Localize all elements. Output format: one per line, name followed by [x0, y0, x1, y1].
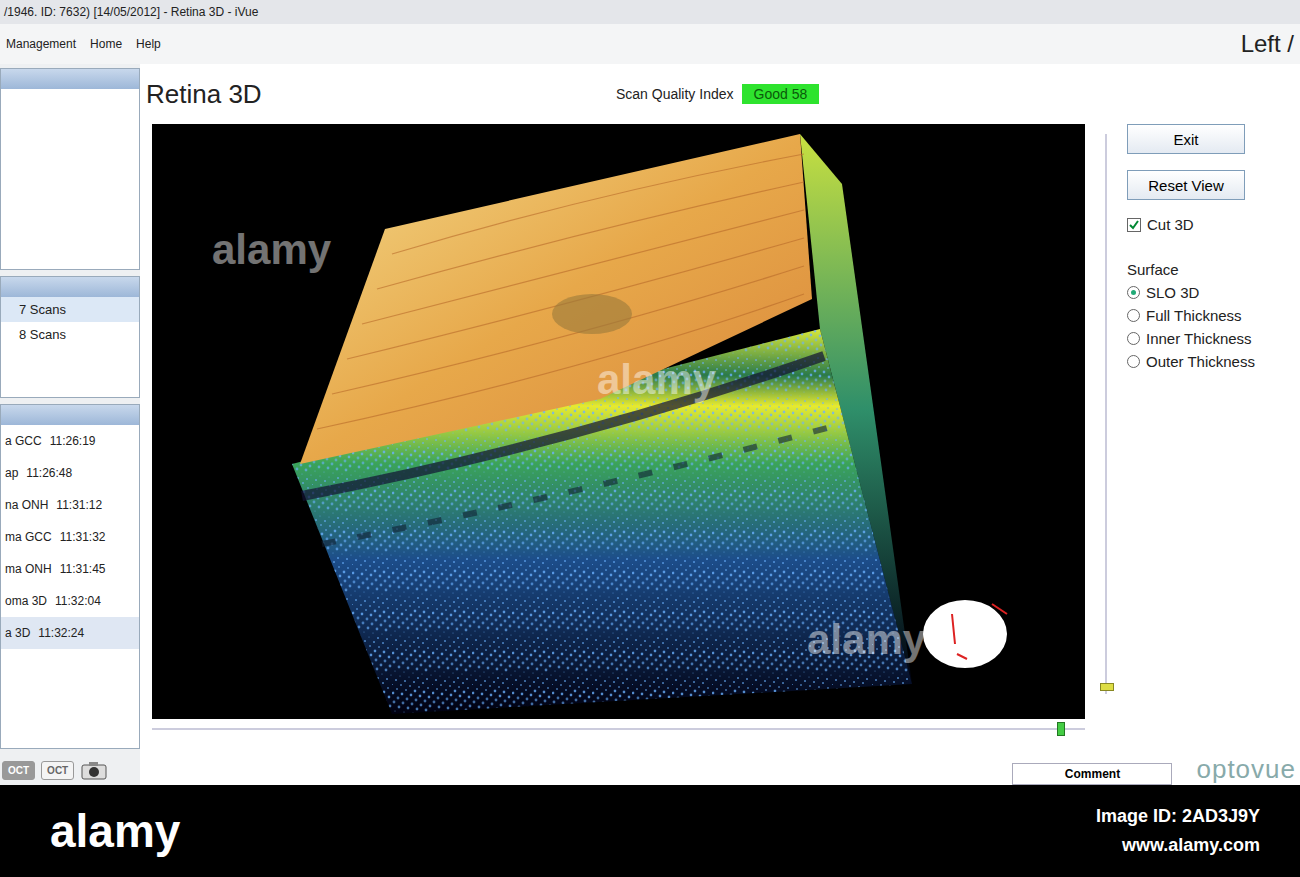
quality-badge: Good 58 — [742, 84, 820, 104]
optovue-logo: optovue — [1196, 754, 1296, 785]
comment-button[interactable]: Comment — [1012, 763, 1172, 785]
scan-quality: Scan Quality Index Good 58 — [616, 84, 819, 104]
control-button[interactable]: Reset View — [1127, 170, 1245, 200]
session-item[interactable]: oma 3D11:32:04 — [1, 585, 139, 617]
controls: Exit Reset View Cut 3D Surface SLO 3D Full… — [1127, 124, 1282, 739]
surface-radio[interactable]: Outer Thickness — [1127, 353, 1282, 370]
surface-radio[interactable]: SLO 3D — [1127, 284, 1282, 301]
session-item[interactable]: ma GCC11:31:32 — [1, 521, 139, 553]
session-panel: a GCC11:26:19ap11:26:48na ONH11:31:12ma … — [0, 404, 140, 749]
mode-button[interactable]: OCT — [41, 761, 74, 780]
session-item[interactable]: a 3D11:32:24 — [1, 617, 139, 649]
orientation-eye-icon — [923, 600, 1007, 668]
depth-slider[interactable] — [1105, 134, 1107, 694]
scan-panel: 7 Scans8 Scans — [0, 276, 140, 398]
stock-url: www.alamy.com — [1122, 835, 1260, 856]
sidebar: 7 Scans8 Scans a GCC11:26:19ap11:26:48na… — [0, 64, 140, 785]
retina-3d-view[interactable]: alamy alamy alamy — [152, 124, 1085, 719]
image-id: Image ID: 2AD3J9Y — [1096, 806, 1260, 827]
eye-label: Left / — [1241, 30, 1294, 58]
surface-label: Surface — [1127, 261, 1282, 278]
control-button[interactable]: Exit — [1127, 124, 1245, 154]
surface-radio[interactable]: Full Thickness — [1127, 307, 1282, 324]
menu-bar: Management Home Help Left / — [0, 24, 1300, 64]
panel-title: Retina 3D — [146, 79, 616, 110]
mode-button[interactable]: OCT — [2, 761, 35, 780]
scan-item[interactable]: 7 Scans — [1, 297, 139, 322]
menu-item[interactable]: Home — [90, 37, 122, 51]
surface-radio[interactable]: Inner Thickness — [1127, 330, 1282, 347]
session-item[interactable]: ap11:26:48 — [1, 457, 139, 489]
watermark: alamy — [212, 226, 332, 273]
watermark: alamy — [597, 356, 717, 403]
scan-item[interactable]: 8 Scans — [1, 322, 139, 347]
alamy-logo: alamy — [50, 804, 180, 858]
menu-item[interactable]: Management — [6, 37, 76, 51]
cut3d-checkbox[interactable]: Cut 3D — [1127, 216, 1282, 233]
menu-item[interactable]: Help — [136, 37, 161, 51]
app: /1946. ID: 7632) [14/05/2012] - Retina 3… — [0, 0, 1300, 877]
mode-bar: OCT OCT — [0, 755, 140, 785]
title-bar: /1946. ID: 7632) [14/05/2012] - Retina 3… — [0, 0, 1300, 24]
watermark: alamy — [807, 616, 927, 663]
screen: /1946. ID: 7632) [14/05/2012] - Retina 3… — [0, 0, 1300, 785]
main-panel: Retina 3D Scan Quality Index Good 58 ala… — [140, 64, 1300, 785]
stock-bar: alamy Image ID: 2AD3J9Y www.alamy.com — [0, 785, 1300, 877]
session-item[interactable]: a GCC11:26:19 — [1, 425, 139, 457]
view-slider[interactable] — [152, 719, 1085, 739]
camera-icon[interactable] — [80, 760, 108, 780]
session-item[interactable]: ma ONH11:31:45 — [1, 553, 139, 585]
session-item[interactable]: na ONH11:31:12 — [1, 489, 139, 521]
patient-panel — [0, 68, 140, 270]
